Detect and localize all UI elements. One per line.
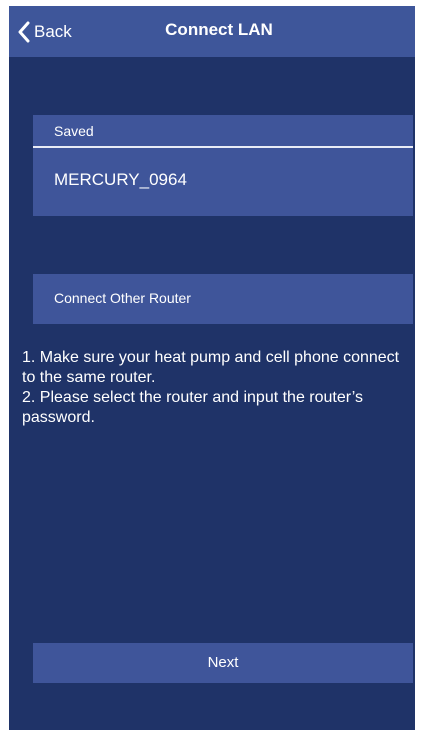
instruction-step-1: 1. Make sure your heat pump and cell pho… [22,349,400,386]
connect-other-router-button[interactable]: Connect Other Router [33,274,413,324]
app-screen: Back Connect LAN Saved MERCURY_0964 Conn… [9,6,415,730]
page-title: Connect LAN [165,20,273,39]
saved-routers-section: Saved MERCURY_0964 [33,115,413,216]
next-button[interactable]: Next [33,643,413,683]
instructions-text: 1. Make sure your heat pump and cell pho… [22,348,408,428]
instruction-step-2: 2. Please select the router and input th… [22,389,363,426]
navigation-bar: Back Connect LAN [9,6,415,57]
saved-router-item[interactable]: MERCURY_0964 [33,148,413,216]
saved-section-header: Saved [33,115,413,148]
